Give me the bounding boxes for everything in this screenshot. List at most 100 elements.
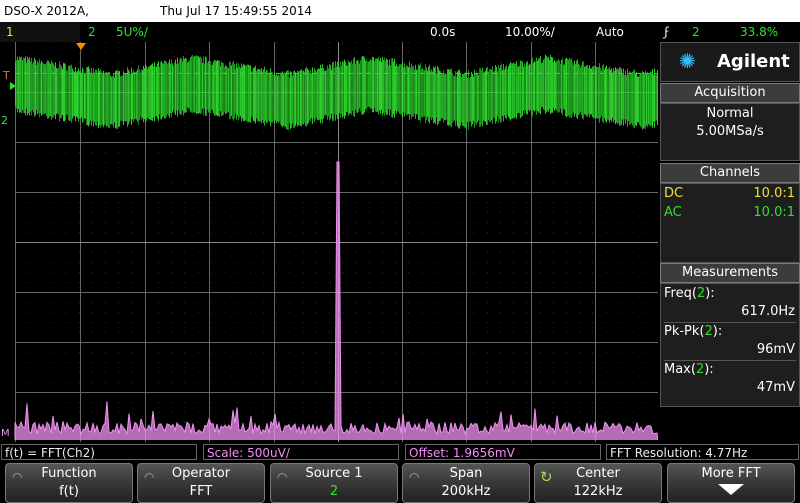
waveform-sample: [245, 65, 246, 121]
waveform-sample: [604, 69, 605, 118]
waveform-sample: [198, 56, 199, 114]
waveform-sample: [531, 59, 532, 115]
waveform-sample: [649, 72, 650, 126]
waveform-sample: [479, 68, 480, 128]
ch2-label[interactable]: 2: [88, 25, 96, 39]
waveform-sample: [601, 70, 602, 117]
waveform-sample: [404, 63, 405, 117]
waveform-sample: [156, 66, 157, 117]
waveform-sample: [112, 76, 113, 125]
waveform-sample: [34, 57, 35, 117]
waveform-sample: [207, 62, 208, 111]
waveform-sample: [622, 74, 623, 120]
waveform-sample: [570, 59, 571, 117]
waveform-sample: [27, 56, 28, 116]
more-fft-softkey[interactable]: More FFT: [667, 463, 795, 503]
waveform-sample: [464, 72, 465, 128]
waveform-sample: [480, 68, 481, 127]
waveform-sample: [470, 77, 471, 122]
waveform-display[interactable]: T 2 M: [0, 42, 659, 442]
waveform-sample: [317, 69, 318, 121]
waveform-sample: [162, 63, 163, 118]
waveform-sample: [280, 73, 281, 125]
center-softkey[interactable]: ↻ Center 122kHz: [534, 463, 662, 503]
waveform-sample: [221, 61, 222, 117]
waveform-sample: [331, 69, 332, 114]
waveform-sample: [249, 65, 250, 123]
ch2-ground-marker[interactable]: 2: [1, 114, 8, 127]
waveform-sample: [196, 55, 197, 115]
waveform-sample: [527, 61, 528, 115]
waveform-sample: [130, 74, 131, 120]
waveform-sample: [191, 55, 192, 113]
waveform-sample: [347, 65, 348, 112]
channels-header[interactable]: Channels: [660, 163, 800, 183]
math-marker[interactable]: M: [1, 428, 10, 439]
waveform-sample: [561, 60, 562, 114]
waveform-sample: [558, 58, 559, 114]
ch1-label[interactable]: 1: [6, 25, 14, 39]
waveform-sample: [457, 71, 458, 127]
waveform-sample: [23, 57, 24, 113]
waveform-sample: [326, 69, 327, 116]
waveform-sample: [579, 64, 580, 115]
waveform-sample: [332, 62, 333, 121]
waveform-sample: [418, 64, 419, 121]
waveform-sample: [235, 69, 236, 114]
waveform-sample: [481, 70, 482, 125]
waveform-sample: [482, 67, 483, 127]
waveform-sample: [411, 63, 412, 119]
waveform-sample: [30, 61, 31, 112]
waveform-sample: [350, 62, 351, 114]
waveform-sample: [291, 72, 292, 128]
waveform-sample: [296, 74, 297, 124]
waveform-sample: [208, 60, 209, 113]
waveform-sample: [239, 66, 240, 118]
waveform-sample: [506, 64, 507, 120]
waveform-sample: [281, 72, 282, 126]
waveform-sample: [229, 61, 230, 120]
waveform-sample: [312, 67, 313, 124]
waveform-sample: [33, 61, 34, 113]
waveform-sample: [607, 68, 608, 120]
measurements-header[interactable]: Measurements: [660, 263, 800, 283]
trigger-level-marker[interactable]: T: [3, 69, 10, 82]
waveform-sample: [371, 60, 372, 109]
waveform-sample: [29, 57, 30, 116]
waveform-sample: [460, 72, 461, 126]
waveform-sample: [142, 70, 143, 119]
waveform-sample: [513, 62, 514, 119]
waveform-sample: [627, 68, 628, 127]
acquisition-header[interactable]: Acquisition: [660, 83, 800, 103]
waveform-sample: [59, 61, 60, 122]
waveform-sample: [51, 60, 52, 120]
waveform-sample: [505, 66, 506, 118]
span-softkey[interactable]: ◠ Span 200kHz: [402, 463, 530, 503]
waveform-sample: [166, 61, 167, 117]
waveform-sample: [319, 68, 320, 120]
waveform-sample: [586, 65, 587, 117]
waveform-sample: [424, 70, 425, 117]
waveform-sample: [36, 65, 37, 111]
source1-softkey[interactable]: ◠ Source 1 2: [270, 463, 398, 503]
waveform-sample: [492, 66, 493, 124]
waveform-sample: [214, 59, 215, 116]
waveform-sample: [653, 74, 654, 122]
waveform-sample: [295, 72, 296, 126]
waveform-sample: [185, 57, 186, 114]
waveform-sample: [46, 62, 47, 117]
waveform-sample: [375, 58, 376, 112]
waveform-sample: [555, 62, 556, 109]
waveform-sample: [113, 72, 114, 128]
waveform-sample: [171, 59, 172, 118]
waveform-sample: [563, 64, 564, 110]
waveform-sample: [608, 68, 609, 121]
operator-softkey[interactable]: ◠ Operator FFT: [137, 463, 265, 503]
waveform-sample: [355, 63, 356, 110]
waveform-sample: [651, 71, 652, 126]
waveform-sample: [222, 62, 223, 116]
function-softkey[interactable]: ◠ Function f(t): [5, 463, 133, 503]
waveform-sample: [277, 75, 278, 122]
waveform-sample: [105, 73, 106, 125]
waveform-sample: [122, 75, 123, 121]
